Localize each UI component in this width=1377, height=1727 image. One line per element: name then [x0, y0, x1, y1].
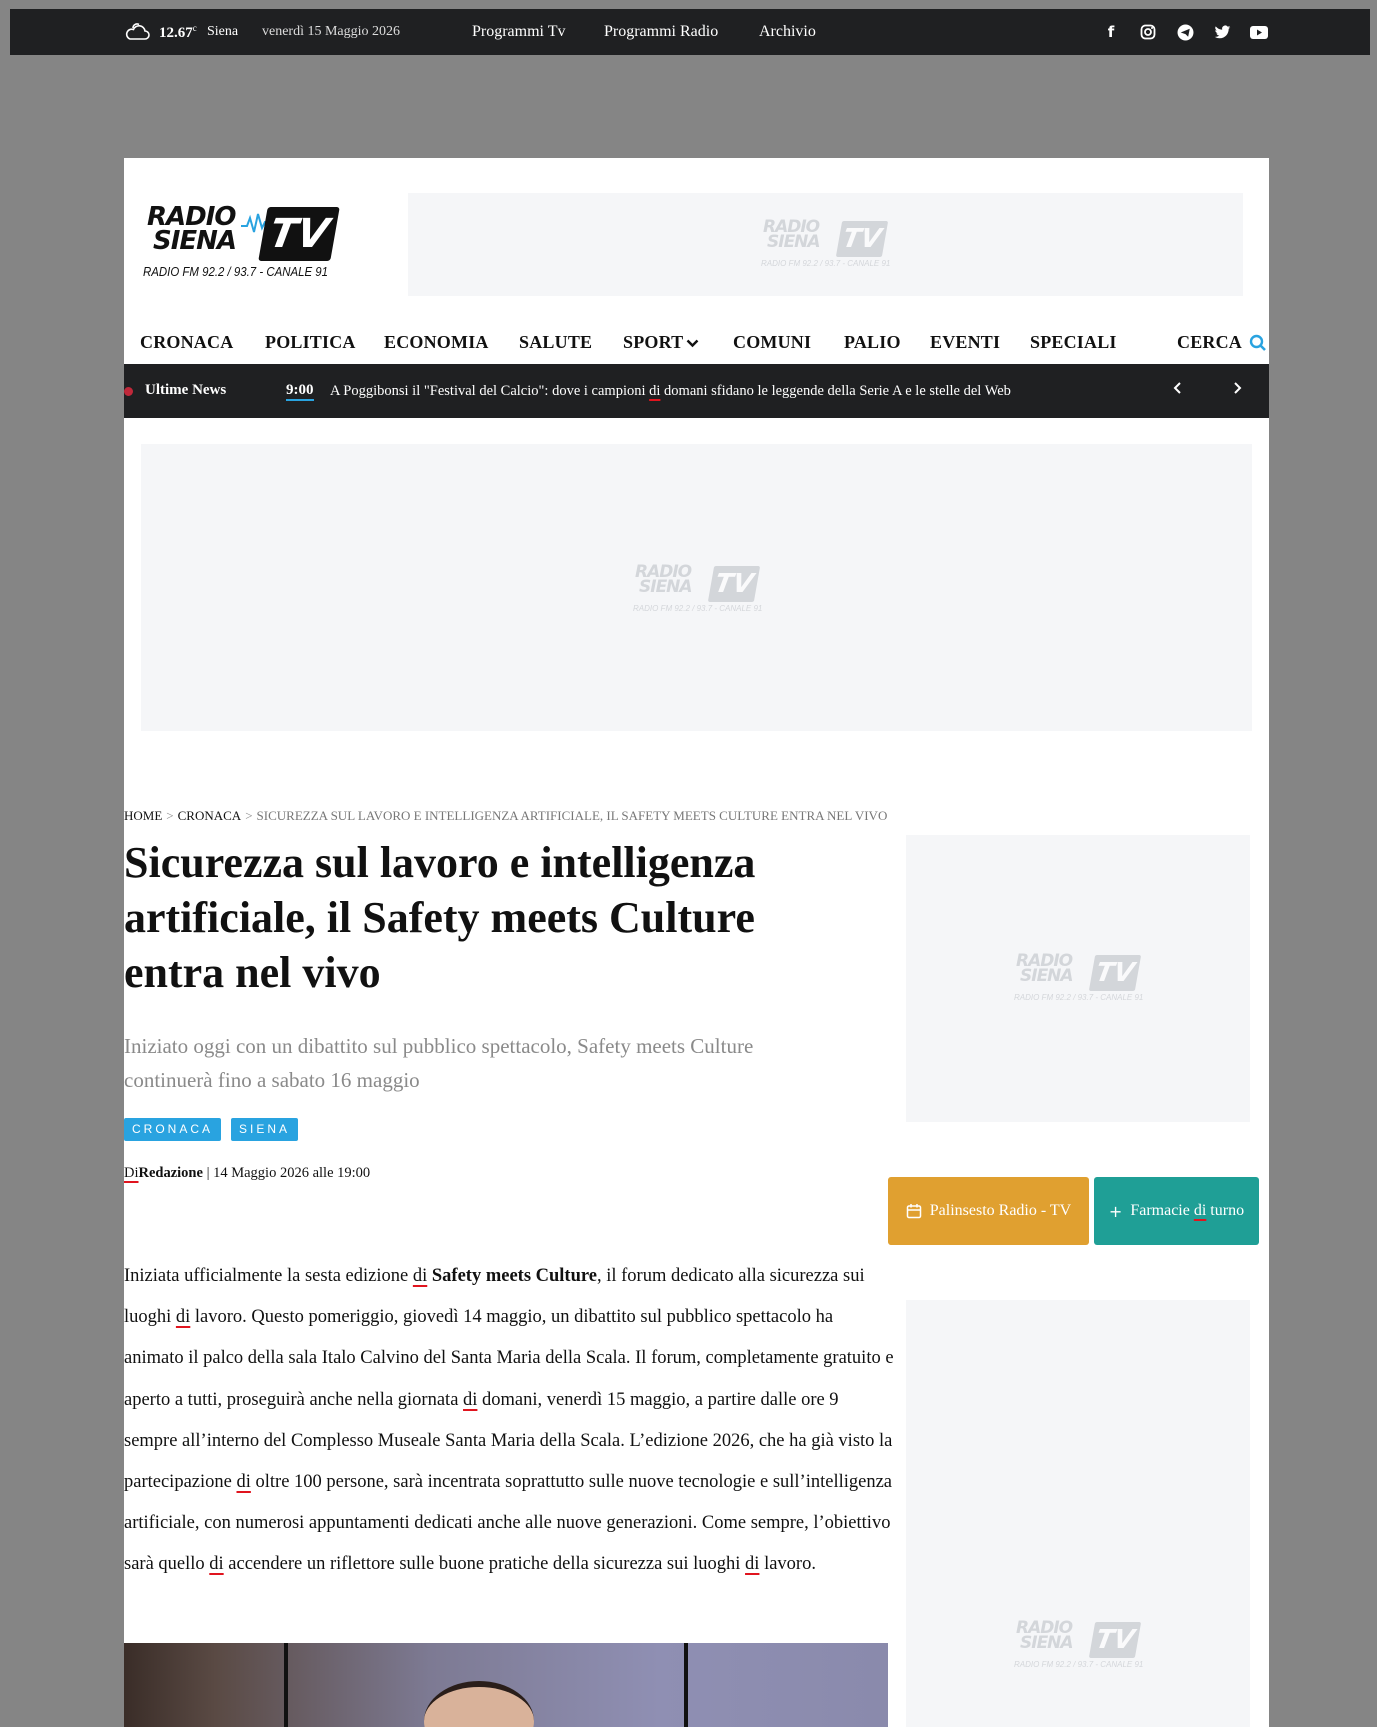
ad-logo: RADIO SIENA TV RADIO FM 92.2 / 93.7 - CANAL… — [761, 217, 891, 269]
tag-cronaca[interactable]: CRONACA — [124, 1118, 222, 1141]
ticker-headline[interactable]: A Poggibonsi il "Festival del Calcio": d… — [330, 383, 1011, 400]
ticker-time: 9:00 — [286, 382, 314, 401]
nav-comuni[interactable]: COMUNI — [733, 332, 811, 353]
temperature: 12.67c — [159, 23, 197, 41]
ticker-next-button[interactable] — [1226, 379, 1248, 401]
breadcrumb: HOME > CRONACA > SICUREZZA SUL LAVORO E INTE… — [124, 808, 888, 823]
tag-siena[interactable]: SIENA — [231, 1118, 299, 1141]
article-image — [124, 1643, 888, 1727]
chevron-right-icon — [1234, 382, 1242, 394]
date: venerdì 15 Maggio 2026 — [262, 24, 401, 39]
ticker-prev-button[interactable] — [1167, 379, 1189, 401]
nav-palio[interactable]: PALIO — [844, 332, 901, 353]
link-archivio[interactable]: Archivio — [759, 23, 816, 41]
calendar-icon — [906, 1204, 921, 1219]
article-title: Sicurezza sul lavoro e intelligenza arti… — [124, 838, 756, 997]
top-bar: 12.67c Siena venerdì 15 Maggio 2026 Prog… — [10, 9, 1370, 55]
ad-logo: RADIO SIENA TV RADIO FM 92.2 / 93.7 - CANAL… — [1014, 1618, 1144, 1670]
article-body: Iniziata ufficialmente la sesta edizione… — [124, 1266, 894, 1575]
main-nav: CRONACA POLITICA ECONOMIA SALUTE SPORT C… — [124, 322, 1269, 364]
search-button[interactable]: CERCA — [1177, 332, 1242, 353]
instagram-icon[interactable] — [1137, 21, 1159, 43]
breadcrumb-home[interactable]: HOME — [124, 808, 162, 823]
ticker-label: Ultime News — [145, 382, 227, 398]
article-byline: DiRedazione | 14 Maggio 2026 alle 19:00 — [124, 1165, 371, 1181]
chevron-left-icon — [1173, 382, 1181, 394]
farmacie-button[interactable]: + Farmacie di turno — [1094, 1177, 1259, 1245]
youtube-icon[interactable] — [1248, 21, 1270, 43]
search-icon[interactable] — [1249, 334, 1267, 352]
ad-logo: RADIO SIENA TV RADIO FM 92.2 / 93.7 - CANAL… — [1014, 951, 1144, 1003]
plus-icon: + — [1108, 1201, 1123, 1221]
live-dot — [124, 387, 133, 396]
leaderboard-ad-banner[interactable]: RADIO SIENA TV RADIO FM 92.2 / 93.7 - CANAL… — [141, 444, 1252, 731]
nav-politica[interactable]: POLITICA — [265, 332, 356, 353]
site-logo[interactable]: RADIO SIENA TV RADIO FM 92.2 / 93.7 - CA… — [143, 204, 340, 284]
sidebar-ad-bottom[interactable]: RADIO SIENA TV RADIO FM 92.2 / 93.7 - CANAL… — [906, 1300, 1250, 1727]
nav-economia[interactable]: ECONOMIA — [384, 332, 489, 353]
breadcrumb-section[interactable]: CRONACA — [178, 808, 242, 823]
breadcrumb-current: SICUREZZA SUL LAVORO E INTELLIGENZA ARTI… — [256, 808, 888, 823]
palinsesto-button[interactable]: Palinsesto Radio - TV — [888, 1177, 1089, 1245]
link-programmi-tv[interactable]: Programmi Tv — [472, 23, 565, 41]
header-ad-banner[interactable]: RADIO SIENA TV RADIO FM 92.2 / 93.7 - CANAL… — [408, 193, 1243, 296]
nav-eventi[interactable]: EVENTI — [930, 332, 1000, 353]
twitter-icon[interactable] — [1211, 21, 1233, 43]
nav-salute[interactable]: SALUTE — [519, 332, 592, 353]
chevron-down-icon — [687, 339, 699, 348]
facebook-icon[interactable]: f — [1100, 21, 1122, 43]
cloud-moon-icon — [125, 23, 150, 40]
sidebar-ad-top[interactable]: RADIO SIENA TV RADIO FM 92.2 / 93.7 - CANAL… — [906, 835, 1250, 1122]
link-programmi-radio[interactable]: Programmi Radio — [604, 23, 718, 41]
nav-sport[interactable]: SPORT — [623, 332, 699, 353]
nav-speciali[interactable]: SPECIALI — [1030, 332, 1117, 353]
nav-cronaca[interactable]: CRONACA — [140, 332, 233, 353]
news-ticker: Ultime News 9:00 A Poggibonsi il "Festiv… — [124, 364, 1269, 418]
article-subtitle: Iniziato oggi con un dibattito sul pubbl… — [124, 1034, 754, 1092]
ad-logo: RADIO SIENA TV RADIO FM 92.2 / 93.7 - CANAL… — [633, 562, 763, 614]
city: Siena — [207, 24, 239, 39]
telegram-icon[interactable] — [1174, 21, 1196, 43]
author[interactable]: Redazione — [139, 1165, 203, 1181]
